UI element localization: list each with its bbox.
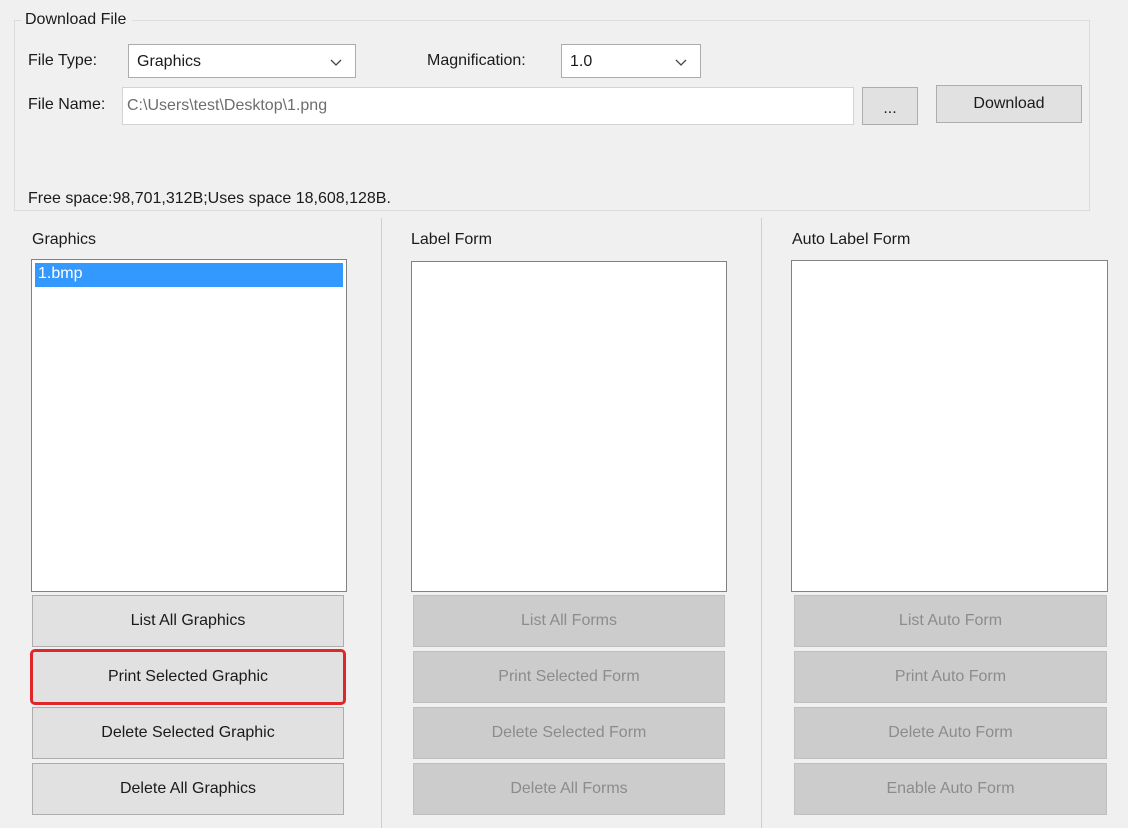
chevron-down-icon	[675, 59, 687, 66]
label-form-title: Label Form	[411, 231, 492, 248]
delete-selected-form-button[interactable]: Delete Selected Form	[413, 707, 725, 759]
highlight-frame	[30, 649, 346, 705]
enable-auto-form-button[interactable]: Enable Auto Form	[794, 763, 1107, 815]
magnification-value: 1.0	[570, 53, 593, 70]
column-separator	[761, 218, 762, 828]
graphics-list[interactable]: 1.bmp	[31, 259, 347, 592]
label-form-list[interactable]	[411, 261, 727, 592]
column-separator	[381, 218, 382, 828]
space-info: Free space:98,701,312B;Uses space 18,608…	[28, 190, 391, 207]
file-name-field[interactable]: C:\Users\test\Desktop\1.png	[122, 87, 854, 125]
file-type-value: Graphics	[137, 53, 202, 70]
delete-auto-form-button[interactable]: Delete Auto Form	[794, 707, 1107, 759]
download-file-group-title: Download File	[22, 10, 133, 30]
list-all-forms-button[interactable]: List All Forms	[413, 595, 725, 647]
file-type-select[interactable]: Graphics	[128, 44, 356, 78]
list-all-graphics-button[interactable]: List All Graphics	[32, 595, 344, 647]
chevron-down-icon	[330, 59, 342, 66]
print-auto-form-button[interactable]: Print Auto Form	[794, 651, 1107, 703]
list-auto-form-button[interactable]: List Auto Form	[794, 595, 1107, 647]
file-type-label: File Type:	[28, 52, 98, 69]
print-selected-form-button[interactable]: Print Selected Form	[413, 651, 725, 703]
list-item[interactable]: 1.bmp	[35, 263, 343, 287]
delete-all-forms-button[interactable]: Delete All Forms	[413, 763, 725, 815]
download-button[interactable]: Download	[936, 85, 1082, 123]
graphics-title: Graphics	[32, 231, 97, 248]
file-name-value: C:\Users\test\Desktop\1.png	[127, 97, 328, 114]
magnification-select[interactable]: 1.0	[561, 44, 701, 78]
magnification-label: Magnification:	[427, 52, 526, 69]
auto-label-form-list[interactable]	[791, 260, 1108, 592]
auto-label-form-title: Auto Label Form	[792, 231, 911, 248]
delete-selected-graphic-button[interactable]: Delete Selected Graphic	[32, 707, 344, 759]
browse-button[interactable]: ...	[862, 87, 918, 125]
file-name-label: File Name:	[28, 96, 106, 113]
delete-all-graphics-button[interactable]: Delete All Graphics	[32, 763, 344, 815]
